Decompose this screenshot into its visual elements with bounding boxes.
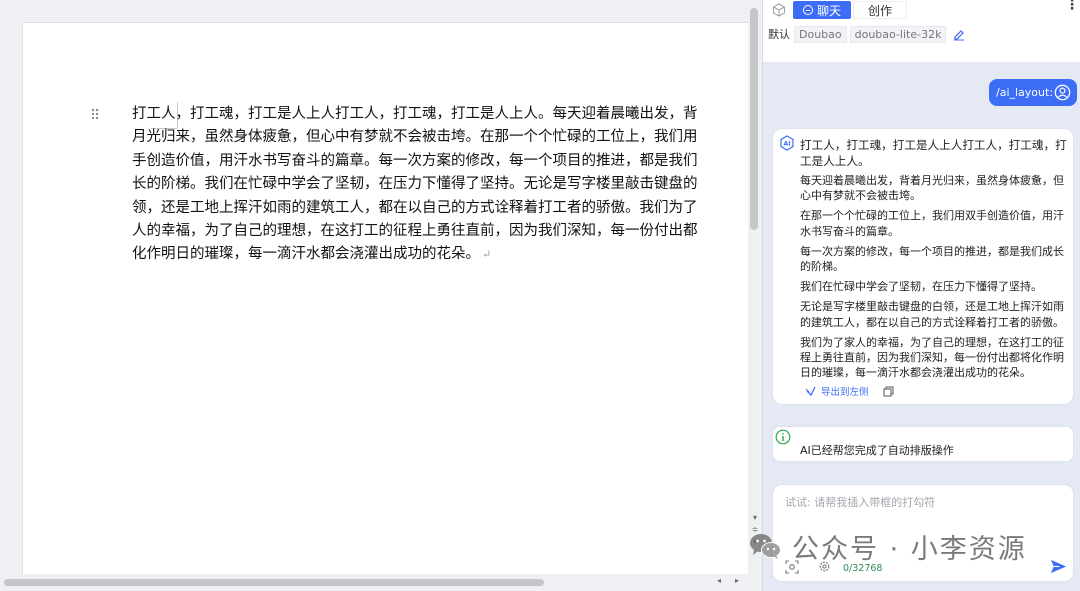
document-body-text[interactable]: 打工人，打工魂，打工是人上人打工人，打工魂，打工是人上人。每天迎着晨曦出发，背 … (132, 103, 772, 267)
notice-text: AI已经帮您完成了自动排版操作 (800, 444, 954, 457)
prompt-input[interactable] (785, 493, 1055, 511)
send-icon[interactable] (1049, 557, 1068, 576)
export-icon[interactable] (805, 385, 817, 397)
document-line: 长的阶梯。我们在忙碌中学会了坚韧，在压力下懂得了坚持。无论是写字楼里敲击键盘的 (132, 176, 698, 193)
svg-text:AI: AI (784, 141, 791, 148)
answer-paragraph: 我们在忙碌中学会了坚韧，在压力下懂得了坚持。 (800, 280, 1042, 294)
document-line-text: 化作明日的璀璨，每一滴汗水都会浇灌出成功的花朵。 (132, 246, 480, 263)
panel-header: 聊天 创作 ⋮ 默认 Doubao doubao-lite-32k (763, 0, 1080, 62)
watermark-text: 公众号 · 小李资源 (792, 533, 1027, 565)
answer-paragraph: 我们为了家人的幸福，为了自己的理想，在这打工的征程上勇往直前，因为我们深知，每一… (800, 335, 1064, 380)
edit-icon[interactable] (952, 27, 966, 41)
answer-actions: 导出到左侧 (805, 384, 894, 398)
vertical-scrollbar-thumb[interactable] (750, 8, 758, 230)
user-message-bubble: /ai_layout: (989, 79, 1077, 106)
model-name-chip[interactable]: doubao-lite-32k (849, 25, 947, 43)
info-icon (775, 429, 791, 445)
answer-paragraph: 打工人，打工魂，打工是人上人打工人，打工魂，打工是人上人。 (800, 138, 1067, 168)
wechat-icon (750, 534, 781, 559)
document-line: 化作明日的璀璨，每一滴汗水都会浇灌出成功的花朵。 ↵ (132, 243, 772, 266)
horizontal-scrollbar-thumb[interactable] (4, 579, 544, 586)
document-line: 领，还是工地上挥汗如雨的建筑工人，都在以自己的方式诠释着打工者的骄傲。我们为了 (132, 199, 698, 216)
user-message-text: /ai_layout: (996, 86, 1054, 99)
ai-answer-text: 打工人，打工魂，打工是人上人打工人，打工魂，打工是人上人。 每天迎着晨曦出发，背… (800, 137, 1070, 385)
model-label: 默认 (768, 28, 790, 41)
ai-side-panel: 聊天 创作 ⋮ 默认 Doubao doubao-lite-32k /ai_la… (762, 0, 1080, 591)
document-line: 手创造价值，用汗水书写奋斗的篇章。每一次方案的修改，每一个项目的推进，都是我们 (132, 152, 698, 169)
answer-paragraph: 无论是写字楼里敲击键盘的白领，还是工地上挥汗如雨的建筑工人，都在以自己的方式诠释… (800, 300, 1064, 329)
answer-paragraph: 每天迎着晨曦出发，背着月光归来，虽然身体疲惫，但心中有梦就不会被击垮。 (800, 174, 1064, 203)
model-provider-chip[interactable]: Doubao (794, 25, 847, 43)
tab-chat-label: 聊天 (816, 3, 841, 18)
ai-answer-card: AI 打工人，打工魂，打工是人上人打工人，打工魂，打工是人上人。 每天迎着晨曦出… (772, 128, 1074, 405)
answer-paragraph: 在那一个个忙碌的工位上，我们用双手创造价值，用汗水书写奋斗的篇章。 (800, 209, 1064, 238)
document-line: 月光归来，虽然身体疲惫，但心中有梦就不会被击垮。在那一个个忙碌的工位上，我们用 (132, 129, 698, 146)
answer-paragraph: 每一次方案的修改，每一个项目的推进，都是我们成长的阶梯。 (800, 244, 1064, 274)
ai-notice-card: AI已经帮您完成了自动排版操作 (772, 426, 1074, 462)
tab-chat[interactable]: 聊天 (793, 1, 851, 19)
ai-logo-icon: AI (780, 135, 794, 151)
watermark: 公众号 · 小李资源 (748, 528, 1027, 565)
horizontal-scrollbar[interactable] (0, 575, 760, 589)
scroll-right-arrow-icon[interactable]: ▸ (735, 576, 739, 585)
document-line: 人的幸福，为了自己的理想，在这打工的征程上勇往直前，因为我们深知，每一份付出都 (132, 223, 698, 240)
paragraph-drag-handle-icon[interactable]: ⠿ (90, 109, 100, 123)
more-menu-icon[interactable]: ⋮ (1065, 0, 1079, 12)
paragraph-mark-icon: ↵ (482, 248, 492, 262)
user-avatar-icon (1054, 84, 1071, 101)
copy-icon[interactable] (883, 386, 894, 397)
cube-icon[interactable] (772, 3, 786, 17)
scroll-left-arrow-icon[interactable]: ◂ (717, 576, 721, 585)
document-area: ⠿ 打工人，打工魂，打工是人上人打工人，打工魂，打工是人上人。每天迎着晨曦出发，… (0, 0, 762, 591)
chat-icon (802, 5, 813, 15)
model-selector-row: 默认 Doubao doubao-lite-32k (768, 25, 966, 43)
tab-create-label: 创作 (867, 3, 892, 18)
document-line: 打工人，打工魂，打工是人上人打工人，打工魂，打工是人上人。每天迎着晨曦出发，背 (132, 106, 698, 122)
export-to-left-button[interactable]: 导出到左侧 (821, 384, 869, 398)
tab-create[interactable]: 创作 (853, 1, 907, 19)
vertical-scrollbar[interactable] (748, 0, 760, 574)
